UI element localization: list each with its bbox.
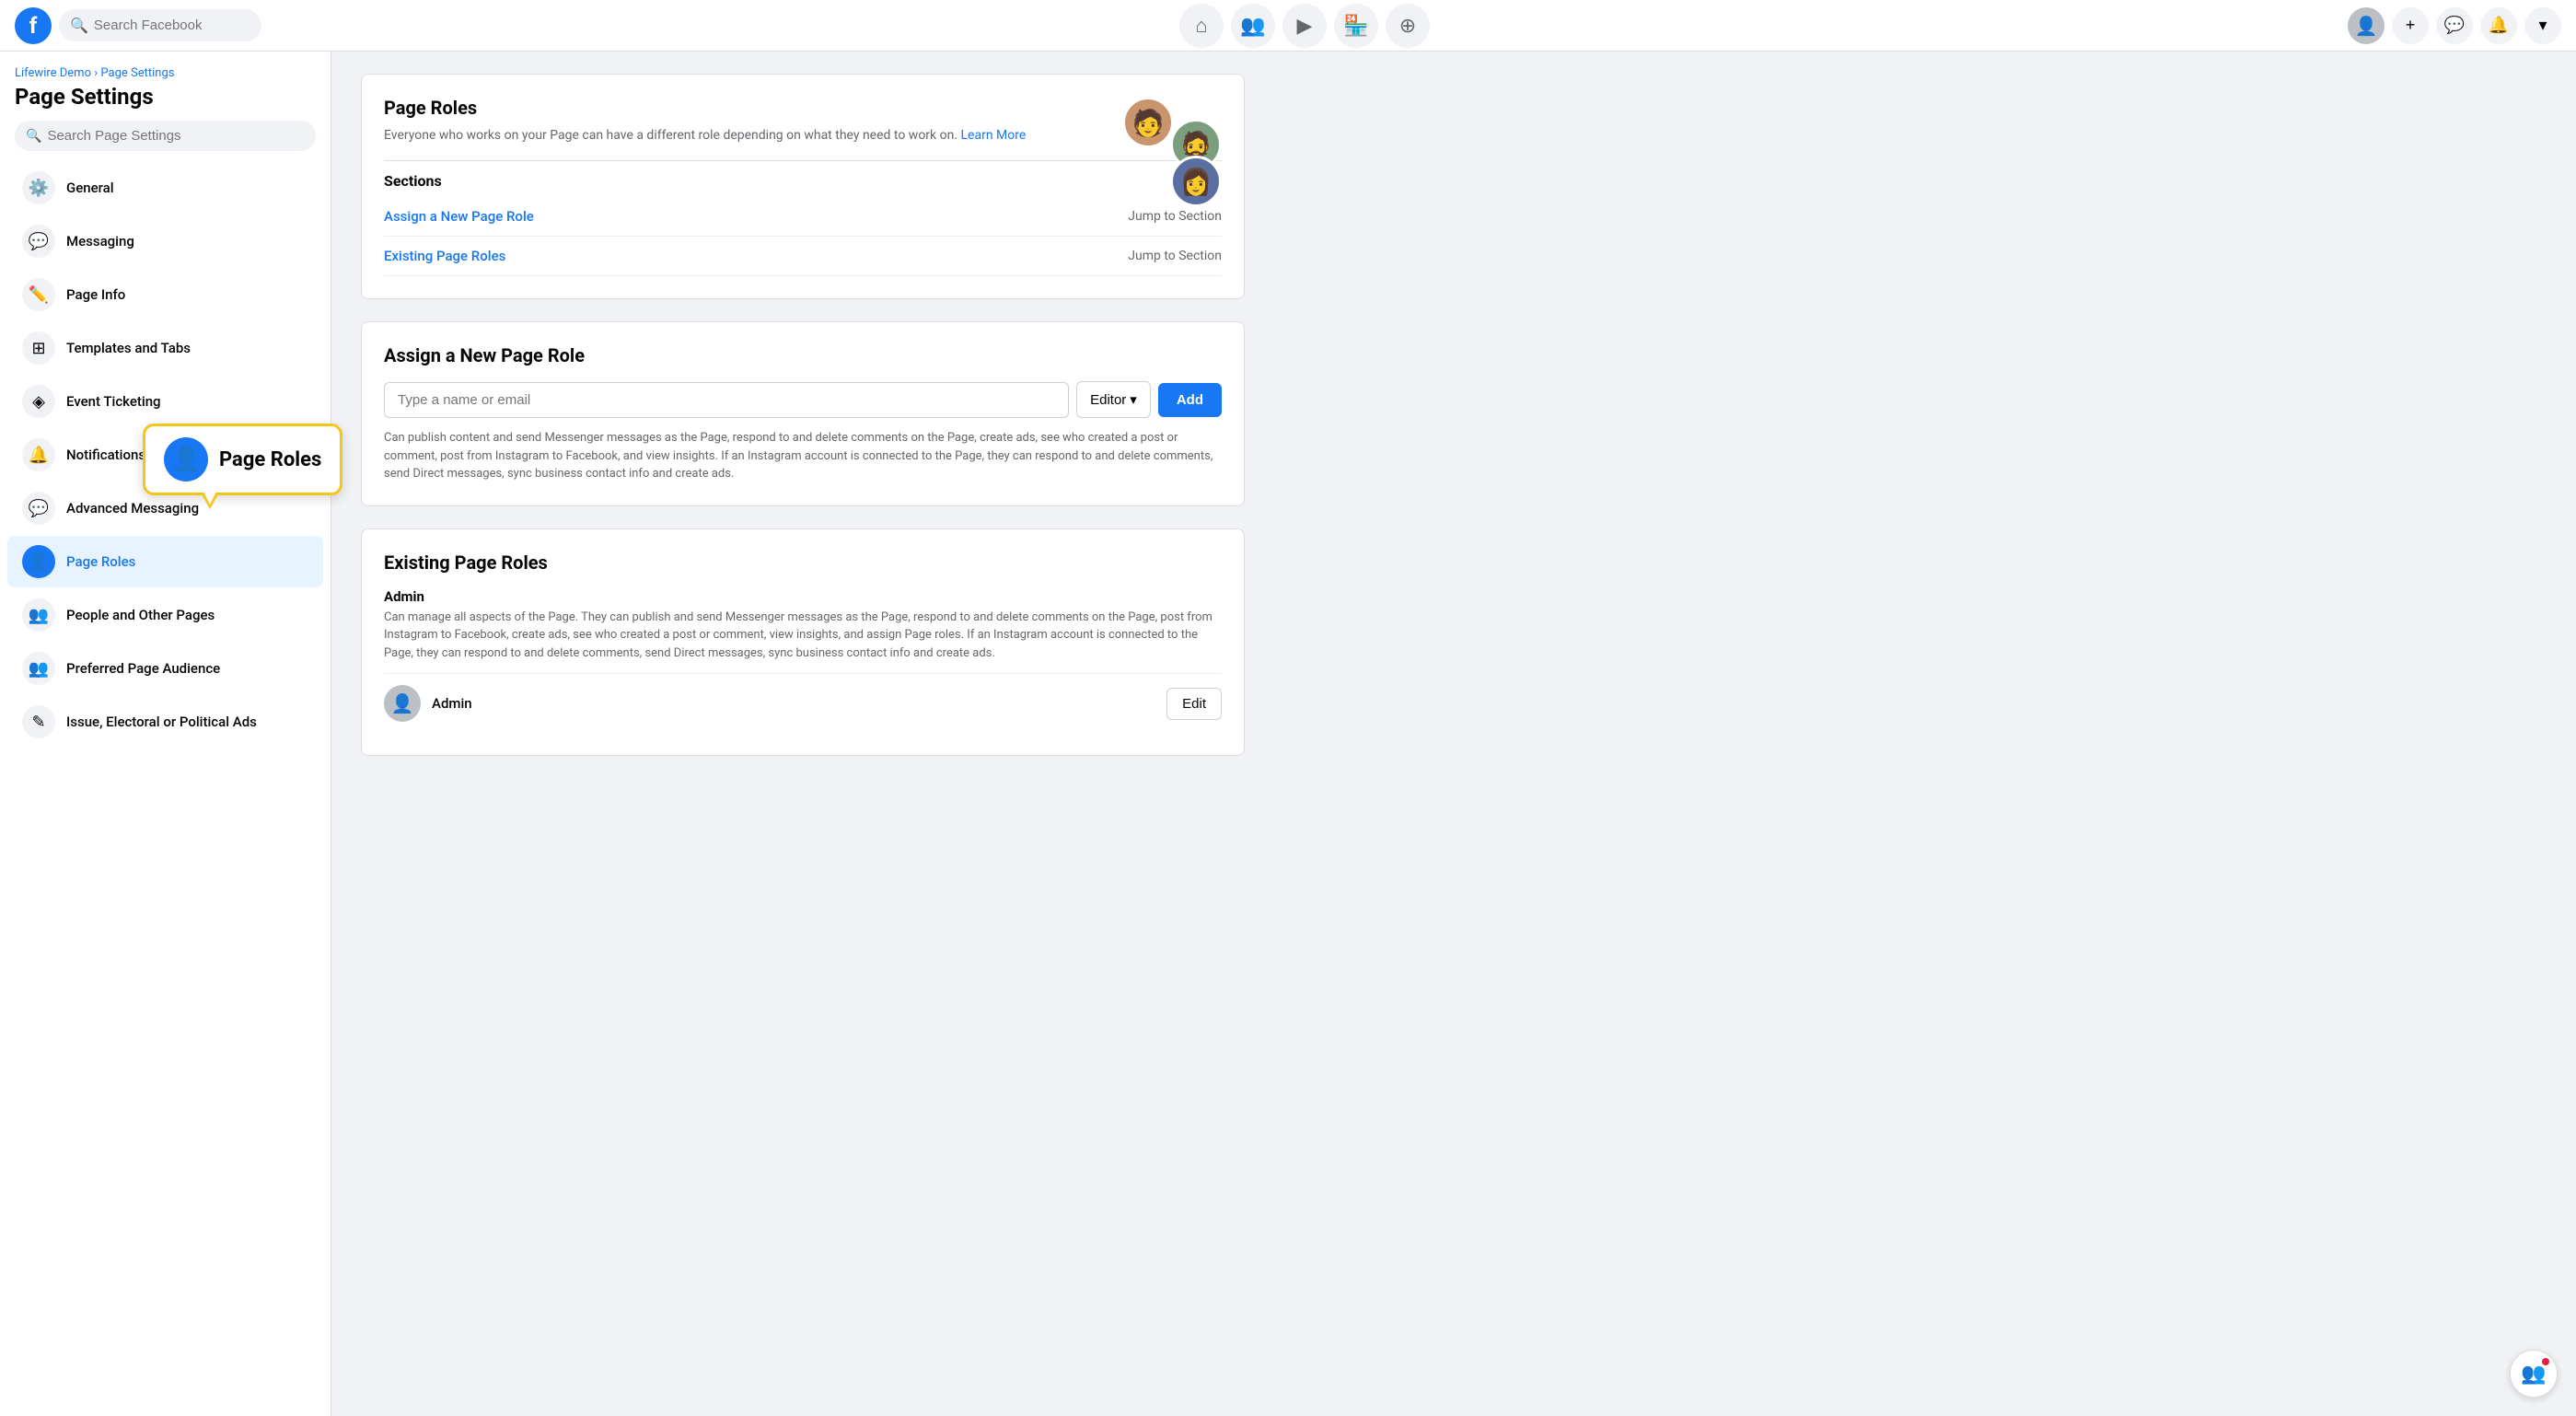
search-icon: 🔍 (70, 17, 88, 34)
role-description: Can publish content and send Messenger m… (384, 429, 1222, 483)
role-group-admin: Admin Can manage all aspects of the Page… (384, 588, 1222, 734)
sidebar-item-label: General (66, 180, 114, 196)
tooltip-label: Page Roles (219, 448, 321, 471)
role-label: Editor (1090, 392, 1126, 408)
sections-list: Sections Assign a New Page Role Jump to … (384, 160, 1222, 276)
existing-roles-link[interactable]: Existing Page Roles (384, 248, 505, 264)
sidebar: Lifewire Demo › Page Settings Page Setti… (0, 52, 331, 1416)
bell-icon: 🔔 (22, 438, 55, 471)
watch-icon[interactable]: ▶ (1282, 4, 1327, 48)
avatar-3: 👩 (1170, 156, 1222, 207)
assign-role-link[interactable]: Assign a New Page Role (384, 208, 534, 225)
avatar-1: 🧑 (1122, 97, 1174, 148)
gear-icon: ⚙️ (22, 171, 55, 204)
breadcrumb-page-link[interactable]: Lifewire Demo (15, 66, 91, 80)
sections-list-title: Sections (384, 172, 1222, 190)
sidebar-item-label: Templates and Tabs (66, 340, 191, 356)
sidebar-item-label: Messaging (66, 233, 134, 250)
sidebar-item-page-info[interactable]: ✏️ Page Info (7, 269, 323, 320)
sidebar-search-input[interactable] (47, 128, 305, 144)
assign-role-title: Assign a New Page Role (384, 344, 1222, 366)
nav-icons: ⌂ 👥 ▶ 🏪 ⊕ (261, 4, 2348, 48)
breadcrumb: Lifewire Demo › Page Settings (0, 66, 331, 84)
page-title: Page Settings (0, 84, 331, 121)
sidebar-item-page-roles[interactable]: 👤 Page Roles (7, 536, 323, 587)
sidebar-item-templates-tabs[interactable]: ⊞ Templates and Tabs (7, 322, 323, 374)
sidebar-item-general[interactable]: ⚙️ General (7, 162, 323, 214)
audience-icon: 👥 (22, 652, 55, 685)
marketplace-icon[interactable]: 🏪 (1334, 4, 1378, 48)
ads-icon: ✎ (22, 705, 55, 738)
sidebar-item-label: People and Other Pages (66, 607, 215, 623)
name-email-input[interactable] (384, 382, 1069, 418)
ticket-icon: ◈ (22, 385, 55, 418)
role-group-desc-admin: Can manage all aspects of the Page. They… (384, 609, 1222, 663)
sidebar-search[interactable]: 🔍 (15, 121, 316, 151)
search-input[interactable] (94, 17, 250, 33)
main-content: 🧑 🧔 👩 Page Roles Everyone who works on y… (331, 52, 2576, 1416)
top-navigation: f 🔍 ⌂ 👥 ▶ 🏪 ⊕ 👤 + 💬 🔔 ▾ (0, 0, 2576, 52)
search-bar[interactable]: 🔍 (59, 9, 261, 41)
person-icon: 👤 (22, 545, 55, 578)
tooltip-arrow-inner (203, 492, 216, 505)
sidebar-item-label: Notifications (66, 447, 145, 463)
edit-icon: ✏️ (22, 278, 55, 311)
notifications-button[interactable]: 🔔 (2480, 7, 2517, 44)
home-icon[interactable]: ⌂ (1179, 4, 1224, 48)
search-icon: 🔍 (26, 129, 41, 144)
messenger-chat-button[interactable]: 👥 (2510, 1350, 2558, 1398)
section-row-existing: Existing Page Roles Jump to Section (384, 237, 1222, 276)
avatar-group: 🧑 🧔 👩 (1130, 97, 1222, 207)
messaging-icon: 💬 (22, 225, 55, 258)
advanced-messaging-icon: 💬 (22, 492, 55, 525)
assign-role-card: Assign a New Page Role Editor ▾ Add Can … (361, 321, 1245, 506)
friends-icon[interactable]: 👥 (1231, 4, 1275, 48)
templates-icon: ⊞ (22, 331, 55, 365)
jump-to-section-existing[interactable]: Jump to Section (1128, 249, 1222, 263)
sidebar-item-label: Preferred Page Audience (66, 660, 220, 677)
add-button[interactable]: + (2392, 7, 2429, 44)
sidebar-item-label: Event Ticketing (66, 393, 161, 410)
chevron-down-icon: ▾ (1130, 391, 1137, 408)
menu-button[interactable]: ▾ (2524, 7, 2561, 44)
notification-badge (2540, 1356, 2551, 1367)
breadcrumb-current: Page Settings (100, 66, 174, 80)
person-name: Admin (432, 695, 472, 712)
role-group-title-admin: Admin (384, 588, 1222, 605)
nav-right: 👤 + 💬 🔔 ▾ (2348, 7, 2561, 44)
people-icon: 👥 (22, 598, 55, 632)
messenger-button[interactable]: 💬 (2436, 7, 2473, 44)
jump-to-section-assign[interactable]: Jump to Section (1128, 209, 1222, 224)
existing-roles-title: Existing Page Roles (384, 551, 1222, 574)
existing-roles-card: Existing Page Roles Admin Can manage all… (361, 528, 1245, 757)
groups-icon[interactable]: ⊕ (1386, 4, 1430, 48)
sidebar-item-label: Advanced Messaging (66, 500, 199, 516)
person-info: 👤 Admin (384, 685, 472, 722)
learn-more-link[interactable]: Learn More (961, 128, 1027, 143)
sidebar-item-label: Issue, Electoral or Political Ads (66, 714, 257, 730)
sidebar-item-preferred-audience[interactable]: 👥 Preferred Page Audience (7, 643, 323, 694)
assign-input-row: Editor ▾ Add (384, 381, 1222, 418)
sidebar-item-label: Page Roles (66, 553, 135, 570)
page-roles-tooltip: 👤 Page Roles (143, 424, 342, 495)
page-roles-title: Page Roles (384, 97, 1222, 119)
page-layout: Lifewire Demo › Page Settings Page Setti… (0, 52, 2576, 1416)
profile-avatar[interactable]: 👤 (2348, 7, 2385, 44)
section-row-assign: Assign a New Page Role Jump to Section (384, 197, 1222, 237)
sidebar-item-people-pages[interactable]: 👥 People and Other Pages (7, 589, 323, 641)
add-role-button[interactable]: Add (1158, 383, 1222, 417)
edit-button[interactable]: Edit (1166, 688, 1222, 720)
avatar: 👤 (384, 685, 421, 722)
table-row: 👤 Admin Edit (384, 673, 1222, 733)
sidebar-item-label: Page Info (66, 286, 125, 303)
role-selector-button[interactable]: Editor ▾ (1076, 381, 1151, 418)
tooltip-icon: 👤 (164, 437, 208, 482)
sidebar-item-messaging[interactable]: 💬 Messaging (7, 215, 323, 267)
sidebar-item-event-ticketing[interactable]: ◈ Event Ticketing (7, 376, 323, 427)
page-roles-description: Everyone who works on your Page can have… (384, 126, 1222, 145)
page-roles-overview-card: 🧑 🧔 👩 Page Roles Everyone who works on y… (361, 74, 1245, 299)
sidebar-item-issue-ads[interactable]: ✎ Issue, Electoral or Political Ads (7, 696, 323, 748)
facebook-logo[interactable]: f (15, 7, 52, 44)
